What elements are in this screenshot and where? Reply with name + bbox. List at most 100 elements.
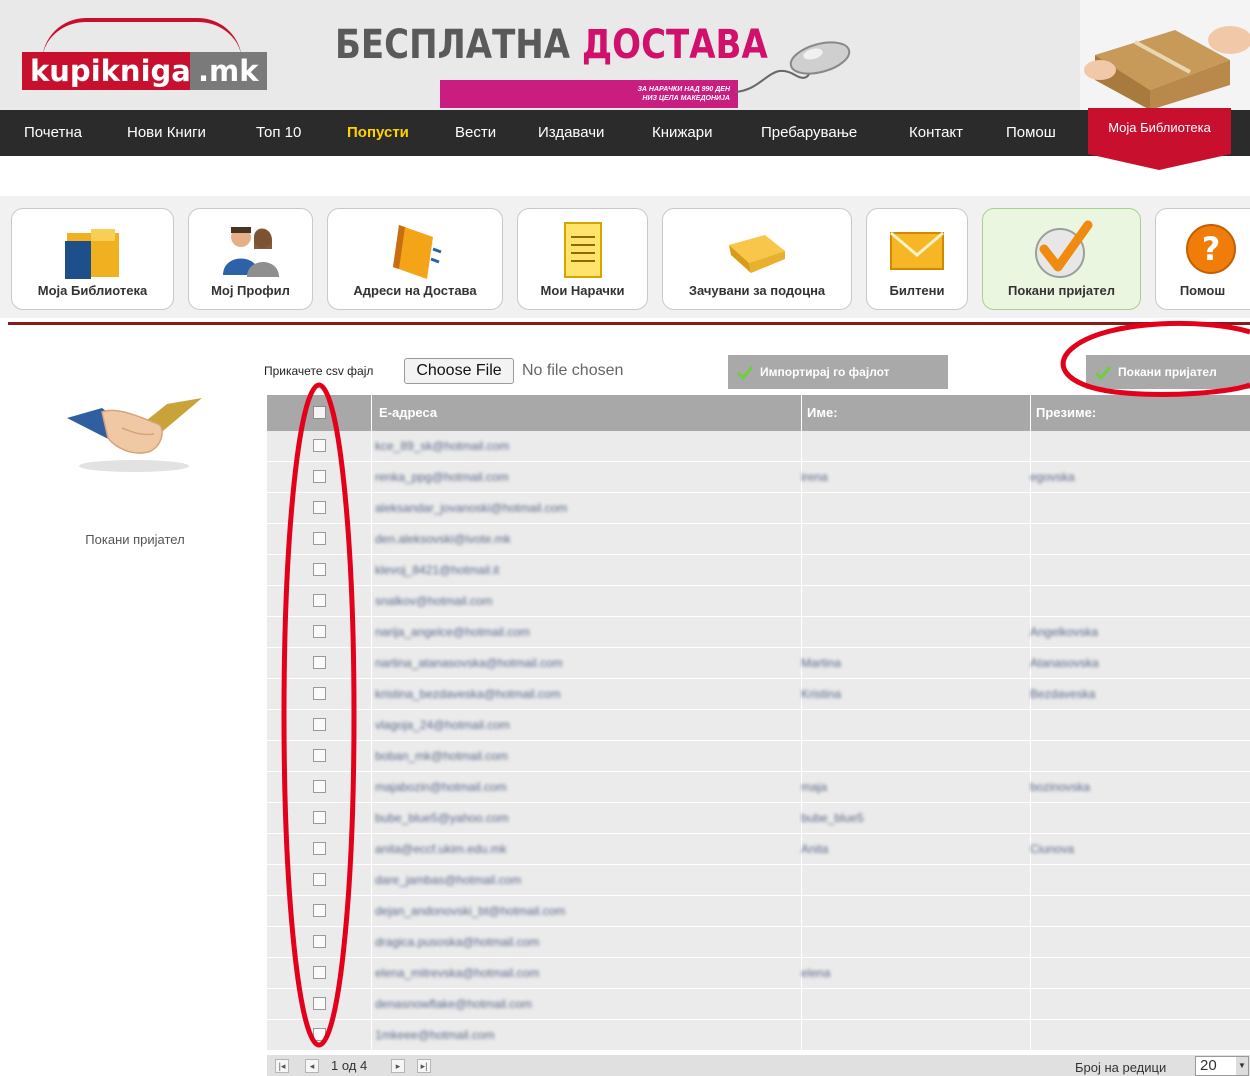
nav-item-new-books[interactable]: Нови Книги — [127, 110, 206, 156]
nav-item-contact[interactable]: Контакт — [909, 110, 963, 156]
first-page-button[interactable]: |◂ — [275, 1059, 289, 1073]
logo-text-main: kupikniga — [22, 52, 199, 90]
row-checkbox[interactable] — [313, 780, 326, 793]
column-header-last-name[interactable]: Презиме: — [1036, 395, 1096, 431]
cell-last-name: Ciunova — [1030, 842, 1075, 856]
row-checkbox[interactable] — [313, 718, 326, 731]
cell-email: aleksandar_jovanoski@hotmail.com — [375, 501, 568, 515]
row-checkbox[interactable] — [313, 563, 326, 576]
column-divider — [1030, 586, 1031, 617]
tab-help[interactable]: ? Помош — [1155, 208, 1250, 310]
table-row: klevoj_8421@hotmail.it — [267, 555, 1250, 586]
table-row: vlagoja_24@hotmail.com — [267, 710, 1250, 741]
import-file-button[interactable]: Импортирај го фајлот — [728, 355, 948, 389]
row-checkbox[interactable] — [313, 997, 326, 1010]
column-divider — [1030, 1020, 1031, 1051]
tab-my-profile[interactable]: Мој Профил — [188, 208, 313, 310]
tab-label: Покани пријател — [1008, 283, 1115, 298]
csv-upload-label: Прикачете csv фајл — [264, 364, 374, 378]
rows-per-page-label: Број на редици — [1075, 1060, 1167, 1075]
next-page-button[interactable]: ▸ — [391, 1059, 405, 1073]
tab-delivery-addresses[interactable]: Адреси на Достава — [327, 208, 503, 310]
nav-item-help[interactable]: Помош — [1006, 110, 1056, 156]
nav-item-search[interactable]: Пребарување — [761, 110, 857, 156]
rows-per-page-value: 20 — [1200, 1057, 1217, 1074]
table-row: narija_angelce@hotmail.com Angelkovska — [267, 617, 1250, 648]
nav-item-home[interactable]: Почетна — [24, 110, 82, 156]
nav-item-discounts[interactable]: Попусти — [347, 110, 409, 156]
row-checkbox[interactable] — [313, 594, 326, 607]
table-row: denasnowflake@hotmail.com — [267, 989, 1250, 1020]
cell-first-name: irena — [801, 470, 828, 484]
folder-icon — [64, 229, 119, 279]
table-row: snalkov@hotmail.com — [267, 586, 1250, 617]
column-divider — [1030, 927, 1031, 958]
site-logo[interactable]: kupikniga .mk — [12, 18, 274, 90]
column-divider — [801, 741, 802, 772]
cell-first-name: elena — [801, 966, 831, 980]
row-checkbox[interactable] — [313, 687, 326, 700]
column-divider — [801, 927, 802, 958]
tab-invite-friend[interactable]: Покани пријател — [982, 208, 1141, 310]
cell-email: dejan_andonovski_bt@hotmail.com — [375, 904, 566, 918]
rows-per-page-select[interactable]: 20 ▼ — [1195, 1056, 1249, 1076]
row-checkbox[interactable] — [313, 501, 326, 514]
invite-friend-button[interactable]: Покани пријател — [1086, 355, 1250, 389]
column-divider — [1030, 493, 1031, 524]
grid-pager: |◂ ◂ 1 од 4 ▸ ▸| Број на редици 20 ▼ — [267, 1055, 1250, 1076]
cell-email: 1mkeee@hotmail.com — [375, 1028, 495, 1042]
row-checkbox[interactable] — [313, 532, 326, 545]
column-divider — [801, 617, 802, 648]
row-checkbox[interactable] — [313, 470, 326, 483]
row-checkbox[interactable] — [313, 749, 326, 762]
open-folder-icon — [729, 235, 785, 273]
row-checkbox[interactable] — [313, 656, 326, 669]
row-checkbox[interactable] — [313, 842, 326, 855]
table-row: elena_mitrevska@hotmail.com elena — [267, 958, 1250, 989]
main-nav: Почетна Нови Книги Топ 10 Попусти Вести … — [0, 110, 1250, 156]
nav-item-my-library[interactable]: Моја Библиотека — [1088, 108, 1231, 170]
cell-email: dare_jambas@hotmail.com — [375, 873, 522, 887]
row-checkbox[interactable] — [313, 1028, 326, 1041]
tab-my-orders[interactable]: Мои Нарачки — [517, 208, 648, 310]
check-icon — [1094, 366, 1112, 380]
nav-item-publishers[interactable]: Издавачи — [538, 110, 604, 156]
select-all-checkbox[interactable] — [313, 406, 326, 419]
tab-newsletters[interactable]: Билтени — [866, 208, 968, 310]
column-divider — [801, 896, 802, 927]
column-divider — [1030, 710, 1031, 741]
cell-first-name: Anita — [801, 842, 829, 856]
table-row: aleksandar_jovanoski@hotmail.com — [267, 493, 1250, 524]
tab-my-library[interactable]: Моја Библиотека — [11, 208, 174, 310]
choose-file-button[interactable]: Choose File — [404, 358, 514, 384]
cell-last-name: Bezdaveska — [1030, 687, 1096, 701]
tab-label: Мои Нарачки — [540, 283, 625, 298]
nav-item-top10[interactable]: Топ 10 — [256, 110, 301, 156]
column-header-email[interactable]: Е-адреса — [379, 395, 437, 431]
row-checkbox[interactable] — [313, 873, 326, 886]
row-checkbox[interactable] — [313, 625, 326, 638]
tab-saved-for-later[interactable]: Зачувани за подоцна — [662, 208, 852, 310]
column-divider — [1030, 524, 1031, 555]
column-header-first-name[interactable]: Име: — [807, 395, 838, 431]
cell-email: dragica.pusoska@hotmail.com — [375, 935, 540, 949]
cell-email: klevoj_8421@hotmail.it — [375, 563, 500, 577]
tab-label: Билтени — [889, 283, 945, 298]
promo-title-part1: БЕСПЛАТНА — [335, 22, 582, 68]
row-checkbox[interactable] — [313, 966, 326, 979]
nav-item-bookstores[interactable]: Книжари — [652, 110, 713, 156]
grid-header: Е-адреса Име: Презиме: — [267, 395, 1250, 431]
help-icon: ? — [1186, 224, 1236, 274]
last-page-button[interactable]: ▸| — [417, 1059, 431, 1073]
column-divider — [371, 431, 372, 462]
nav-item-news[interactable]: Вести — [455, 110, 496, 156]
row-checkbox[interactable] — [313, 439, 326, 452]
cell-last-name: egovska — [1030, 470, 1075, 484]
row-checkbox[interactable] — [313, 811, 326, 824]
row-checkbox[interactable] — [313, 935, 326, 948]
row-checkbox[interactable] — [313, 904, 326, 917]
column-divider — [801, 1020, 802, 1051]
prev-page-button[interactable]: ◂ — [305, 1059, 319, 1073]
cell-email: kce_89_sk@hotmail.com — [375, 439, 510, 453]
column-divider — [371, 555, 372, 586]
